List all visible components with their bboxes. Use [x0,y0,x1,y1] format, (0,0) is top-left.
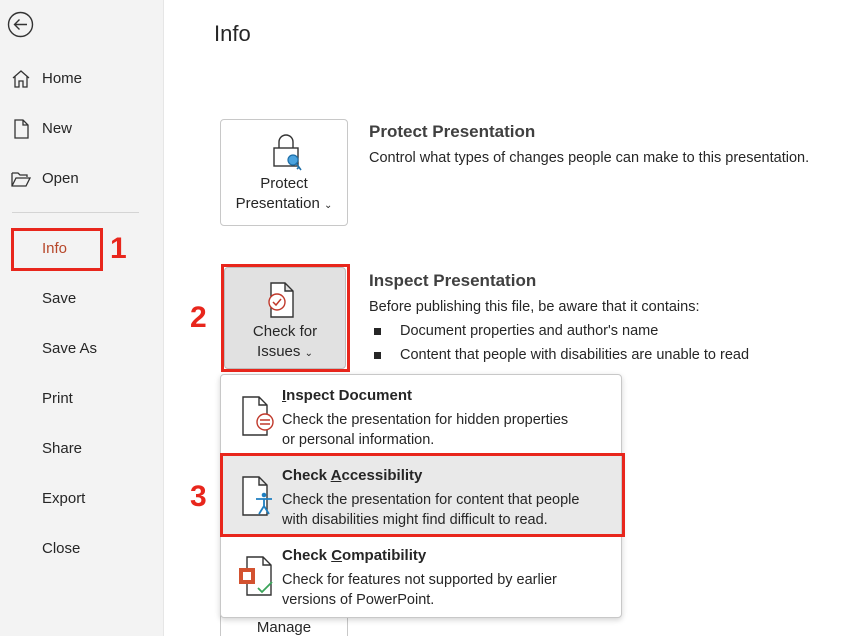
home-icon [12,70,30,88]
nav-export-label: Export [42,490,86,507]
sidebar-divider [12,212,139,213]
nav-print[interactable]: Print [0,382,164,416]
nav-home[interactable]: Home [0,62,164,96]
menu-item-description: Check for features not supported by earl… [282,572,557,608]
nav-close-label: Close [42,540,81,557]
annotation-number-2: 2 [190,301,207,334]
nav-save-label: Save [42,290,77,307]
nav-print-label: Print [42,390,73,407]
annotation-number-3: 3 [190,480,207,513]
nav-export[interactable]: Export [0,482,164,516]
protect-presentation-button[interactable]: Protect Presentation ⌄ [220,119,348,226]
annotation-box-1 [11,228,103,271]
nav-save-as-label: Save As [42,340,98,357]
menu-item-title: Inspect Document [282,387,413,404]
nav-open[interactable]: Open [0,162,164,196]
lock-key-icon [273,134,302,171]
protect-tile-line1: Protect [260,175,308,192]
nav-save-as[interactable]: Save As [0,332,164,366]
nav-home-label: Home [42,70,83,87]
inspect-document-icon [242,396,274,436]
nav-share-label: Share [42,440,83,457]
new-document-icon [14,119,29,139]
menu-item-inspect-document[interactable]: Inspect Document Check the presentation … [221,376,621,456]
folder-open-icon [11,172,32,187]
nav-share[interactable]: Share [0,432,164,466]
protect-heading: Protect Presentation [369,122,536,141]
annotation-number-1: 1 [110,232,127,265]
menu-item-description: Check the presentation for hidden proper… [282,412,569,448]
manage-label: Manage [256,619,312,636]
page-title: Info [214,21,251,46]
nav-save[interactable]: Save [0,282,164,316]
backstage-sidebar: Home New Open Info Save Save As Print Sh… [0,0,164,636]
nav-new[interactable]: New [0,112,164,146]
protect-tile-line2: Presentation [235,195,320,212]
back-arrow-icon[interactable] [7,11,34,38]
bullet-text: Document properties and author's name [400,323,659,339]
menu-item-check-compatibility[interactable]: Check Compatibility Check for features n… [221,536,621,616]
nav-close[interactable]: Close [0,532,164,566]
protect-tile-line2-row: Presentation ⌄ [221,194,347,216]
bullet-text: Content that people with disabilities ar… [400,347,750,363]
menu-item-title: Check Compatibility [282,547,427,564]
chevron-down-icon: ⌄ [324,200,333,211]
inspect-description: Before publishing this file, be aware th… [369,299,700,315]
nav-new-label: New [42,120,73,137]
annotation-box-2 [221,264,350,372]
annotation-box-3 [220,453,625,537]
nav-open-label: Open [42,170,79,187]
compatibility-icon [239,556,273,596]
inspect-heading: Inspect Presentation [369,271,537,290]
protect-description: Control what types of changes people can… [369,150,810,166]
